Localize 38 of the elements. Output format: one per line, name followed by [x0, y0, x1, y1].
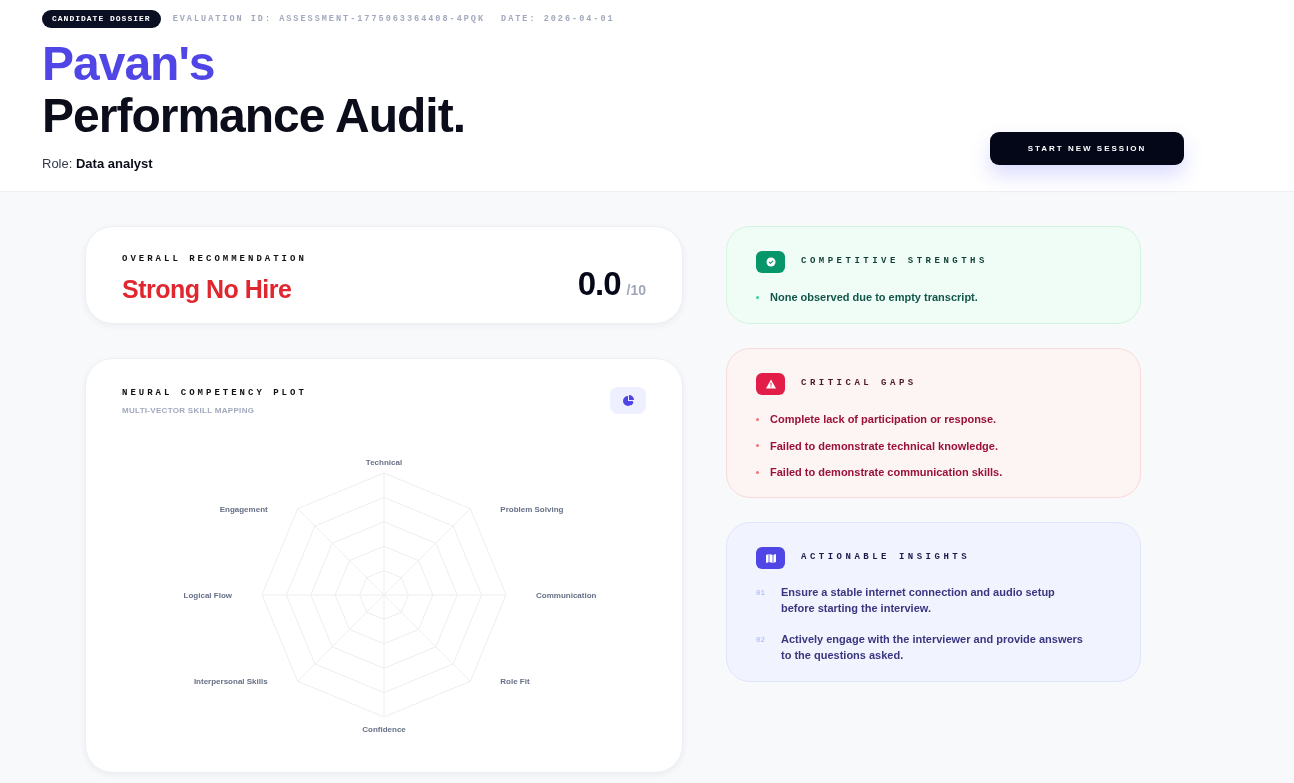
dossier-badge: CANDIDATE DOSSIER	[42, 10, 161, 28]
verdict-text: Strong No Hire	[122, 273, 292, 305]
start-session-button[interactable]: START NEW SESSION	[990, 132, 1184, 165]
axis-label: Confidence	[362, 725, 406, 734]
evaluation-date: DATE: 2026-04-01	[501, 12, 615, 26]
item-text: None observed due to empty transcript.	[770, 290, 978, 305]
axis-label: Engagement	[219, 504, 268, 514]
bullet-dot	[756, 470, 759, 474]
plot-subtitle: MULTI-VECTOR SKILL MAPPING	[122, 404, 256, 417]
axis-label: Technical	[365, 458, 403, 467]
score-value: 0.0	[577, 264, 621, 304]
chart-button[interactable]	[610, 387, 646, 414]
map-icon	[756, 547, 785, 569]
page-title: Performance Audit.	[42, 92, 465, 140]
item-text: Ensure a stable internet connection and audio setup before starting the interview.	[781, 585, 1056, 616]
axis-label: Problem Solving	[500, 504, 564, 514]
axis-label: Communication	[536, 591, 597, 600]
pie-chart-icon	[622, 394, 634, 407]
panel-title: ACTIONABLE INSIGHTS	[801, 551, 971, 565]
bullet-dot	[756, 444, 759, 447]
axis-label: Interpersonal Skills	[193, 677, 268, 687]
score-max: /10	[626, 281, 646, 300]
warning-icon	[756, 373, 785, 395]
bullet-dot	[756, 417, 759, 421]
item-text: Failed to demonstrate communication skills.	[770, 465, 1003, 480]
item-text: Complete lack of participation or response.	[770, 412, 997, 427]
evaluation-id: EVALUATION ID: ASSESSMENT-1775063364408-4PQK	[172, 12, 486, 26]
bullet-dot	[756, 295, 759, 299]
candidate-name: Pavan's	[42, 40, 215, 88]
plot-title: NEURAL COMPETENCY PLOT	[122, 387, 307, 400]
role-text: Role: Data analyst	[42, 155, 153, 173]
item-text: Actively engage with the interviewer and provide answers to the questions asked.	[781, 631, 1084, 663]
axis-label: Logical Flow	[183, 591, 232, 600]
panel-title: COMPETITIVE STRENGTHS	[801, 255, 988, 269]
recommendation-label: OVERALL RECOMMENDATION	[122, 253, 307, 266]
item-text: Failed to demonstrate technical knowledge.	[770, 438, 998, 454]
panel-title: CRITICAL GAPS	[801, 377, 917, 391]
axis-label: Role Fit	[500, 677, 530, 687]
